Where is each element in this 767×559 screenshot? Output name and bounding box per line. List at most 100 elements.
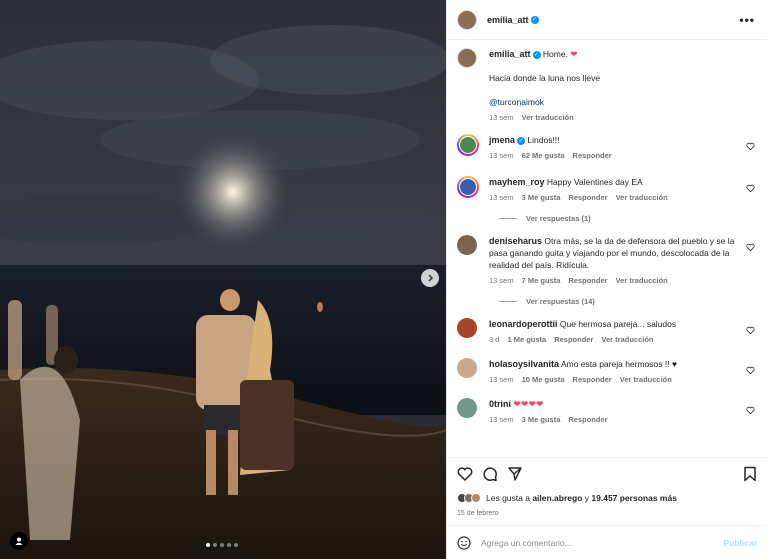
like-heart-icon[interactable] xyxy=(457,466,473,482)
author-avatar[interactable] xyxy=(457,9,477,30)
comment-item: jmena ✓ Lindos!!! 13 sem 62 Me gusta Resp… xyxy=(457,134,757,162)
commenter-username[interactable]: 0trini xyxy=(489,399,511,409)
comments-list: emilia_att ✓ Home. ❤ Hacia donde la luna … xyxy=(447,40,767,457)
post-details-panel: emilia_att ✓ ••• emilia_att ✓ Home. ❤ Hac… xyxy=(446,0,767,559)
commenter-avatar[interactable] xyxy=(457,318,477,338)
comment-time: 13 sem xyxy=(489,193,514,202)
reply-button[interactable]: Responder xyxy=(573,150,612,162)
view-replies-label: Ver respuestas (1) xyxy=(526,214,591,223)
like-comment-heart-icon[interactable] xyxy=(746,184,755,193)
like-comment-heart-icon[interactable] xyxy=(746,142,755,151)
comment-text: Que hermosa pareja... saludos xyxy=(559,319,677,329)
carousel-dot xyxy=(220,543,224,547)
comment-item: leonardoperottii Que hermosa pareja... s… xyxy=(457,318,757,346)
author-username[interactable]: emilia_att xyxy=(487,15,529,25)
likes-summary: Les gusta a ailen.abrego y 19.457 person… xyxy=(447,490,767,506)
comment-likes[interactable]: 3 Me gusta xyxy=(522,414,561,426)
red-heart-emoji: ❤ xyxy=(570,49,578,59)
caption-time: 13 sem xyxy=(489,113,514,122)
comment-time: 13 sem xyxy=(489,151,514,160)
comment-item: mayhem_roy Happy Valentines day EA 13 se… xyxy=(457,176,757,204)
post-actions xyxy=(447,457,767,490)
commenter-username[interactable]: mayhem_roy xyxy=(489,177,545,187)
red-hearts-emoji: ❤❤❤❤ xyxy=(513,399,544,409)
beach-night-photo xyxy=(0,0,446,559)
like-comment-heart-icon[interactable] xyxy=(746,243,755,252)
carousel-dot xyxy=(206,543,210,547)
black-heart-emoji: ♥ xyxy=(671,359,678,369)
comment-composer: Publicar xyxy=(447,525,767,559)
reply-button[interactable]: Responder xyxy=(568,414,607,426)
reply-button[interactable]: Responder xyxy=(573,374,612,386)
commenter-avatar[interactable] xyxy=(457,398,477,418)
like-comment-heart-icon[interactable] xyxy=(746,326,755,335)
commenter-avatar[interactable] xyxy=(457,358,477,378)
post-photo[interactable] xyxy=(0,0,446,559)
share-send-icon[interactable] xyxy=(507,466,523,482)
publish-button[interactable]: Publicar xyxy=(723,538,757,548)
carousel-dot xyxy=(234,543,238,547)
next-photo-button[interactable] xyxy=(421,269,439,287)
comment-likes[interactable]: 7 Me gusta xyxy=(522,275,561,287)
more-options-icon[interactable]: ••• xyxy=(739,13,755,27)
view-replies-button[interactable]: Ver respuestas (14) xyxy=(499,297,757,306)
commenter-avatar[interactable] xyxy=(457,134,479,156)
comment-time: 3 d xyxy=(489,335,500,344)
liker-avatar xyxy=(471,493,481,503)
tagged-users-button[interactable] xyxy=(10,532,28,550)
liker-username[interactable]: ailen.abrego xyxy=(532,493,582,503)
likes-joiner: y xyxy=(584,493,590,503)
post-date: 15 de febrero xyxy=(457,510,499,517)
commenter-avatar[interactable] xyxy=(457,176,479,198)
like-comment-heart-icon[interactable] xyxy=(746,406,755,415)
comment-text: Amo esta pareja hermosos !! xyxy=(560,359,670,369)
comment-text: Happy Valentines day EA xyxy=(546,177,643,187)
translate-link[interactable]: Ver traducción xyxy=(616,275,668,287)
comment-time: 13 sem xyxy=(489,276,514,285)
post-caption: emilia_att ✓ Home. ❤ Hacia donde la luna … xyxy=(457,48,757,124)
comment-text: Lindos!!! xyxy=(527,135,560,145)
comment-item: holasoysilvanita Amo esta pareja hermoso… xyxy=(457,358,757,386)
translate-link[interactable]: Ver traducción xyxy=(616,192,668,204)
caption-mention-link[interactable]: @turconaimok xyxy=(489,97,544,107)
carousel-dot xyxy=(227,543,231,547)
likes-count[interactable]: 19.457 personas más xyxy=(591,493,677,503)
instagram-post-modal: emilia_att ✓ ••• emilia_att ✓ Home. ❤ Hac… xyxy=(0,0,767,559)
commenter-username[interactable]: leonardoperottii xyxy=(489,319,558,329)
caption-username[interactable]: emilia_att xyxy=(489,49,531,59)
commenter-username[interactable]: holasoysilvanita xyxy=(489,359,559,369)
emoji-smiley-icon[interactable] xyxy=(457,535,471,550)
reply-button[interactable]: Responder xyxy=(568,192,607,204)
caption-translate-link[interactable]: Ver traducción xyxy=(522,112,574,124)
translate-link[interactable]: Ver traducción xyxy=(601,334,653,346)
commenter-username[interactable]: jmena xyxy=(489,135,515,145)
user-tag-icon xyxy=(15,537,23,545)
reply-button[interactable]: Responder xyxy=(568,275,607,287)
verified-badge-icon: ✓ xyxy=(530,15,539,24)
chevron-right-icon xyxy=(428,274,433,282)
comment-likes[interactable]: 1 Me gusta xyxy=(507,334,546,346)
likes-prefix: Les gusta a xyxy=(486,493,530,503)
reply-button[interactable]: Responder xyxy=(554,334,593,346)
comment-likes[interactable]: 62 Me gusta xyxy=(522,150,565,162)
commenter-username[interactable]: deniseharus xyxy=(489,236,542,246)
view-replies-label: Ver respuestas (14) xyxy=(526,297,595,306)
translate-link[interactable]: Ver traducción xyxy=(620,374,672,386)
comment-likes[interactable]: 3 Me gusta xyxy=(522,192,561,204)
author-avatar[interactable] xyxy=(457,48,477,68)
comment-item: deniseharus Otra más, se la da de defens… xyxy=(457,235,757,287)
commenter-avatar[interactable] xyxy=(457,235,477,255)
view-replies-button[interactable]: Ver respuestas (1) xyxy=(499,214,757,223)
verified-badge-icon: ✓ xyxy=(532,50,541,59)
comment-input[interactable] xyxy=(481,537,724,548)
like-comment-heart-icon[interactable] xyxy=(746,366,755,375)
carousel-indicator xyxy=(206,543,238,547)
comment-likes[interactable]: 10 Me gusta xyxy=(522,374,565,386)
verified-badge-icon: ✓ xyxy=(517,136,526,145)
comment-bubble-icon[interactable] xyxy=(482,466,498,482)
comment-time: 13 sem xyxy=(489,415,514,424)
carousel-dot xyxy=(213,543,217,547)
save-bookmark-icon[interactable] xyxy=(743,466,757,482)
caption-line: Hacia donde la luna nos lleve xyxy=(489,73,601,83)
post-header: emilia_att ✓ ••• xyxy=(447,0,767,40)
